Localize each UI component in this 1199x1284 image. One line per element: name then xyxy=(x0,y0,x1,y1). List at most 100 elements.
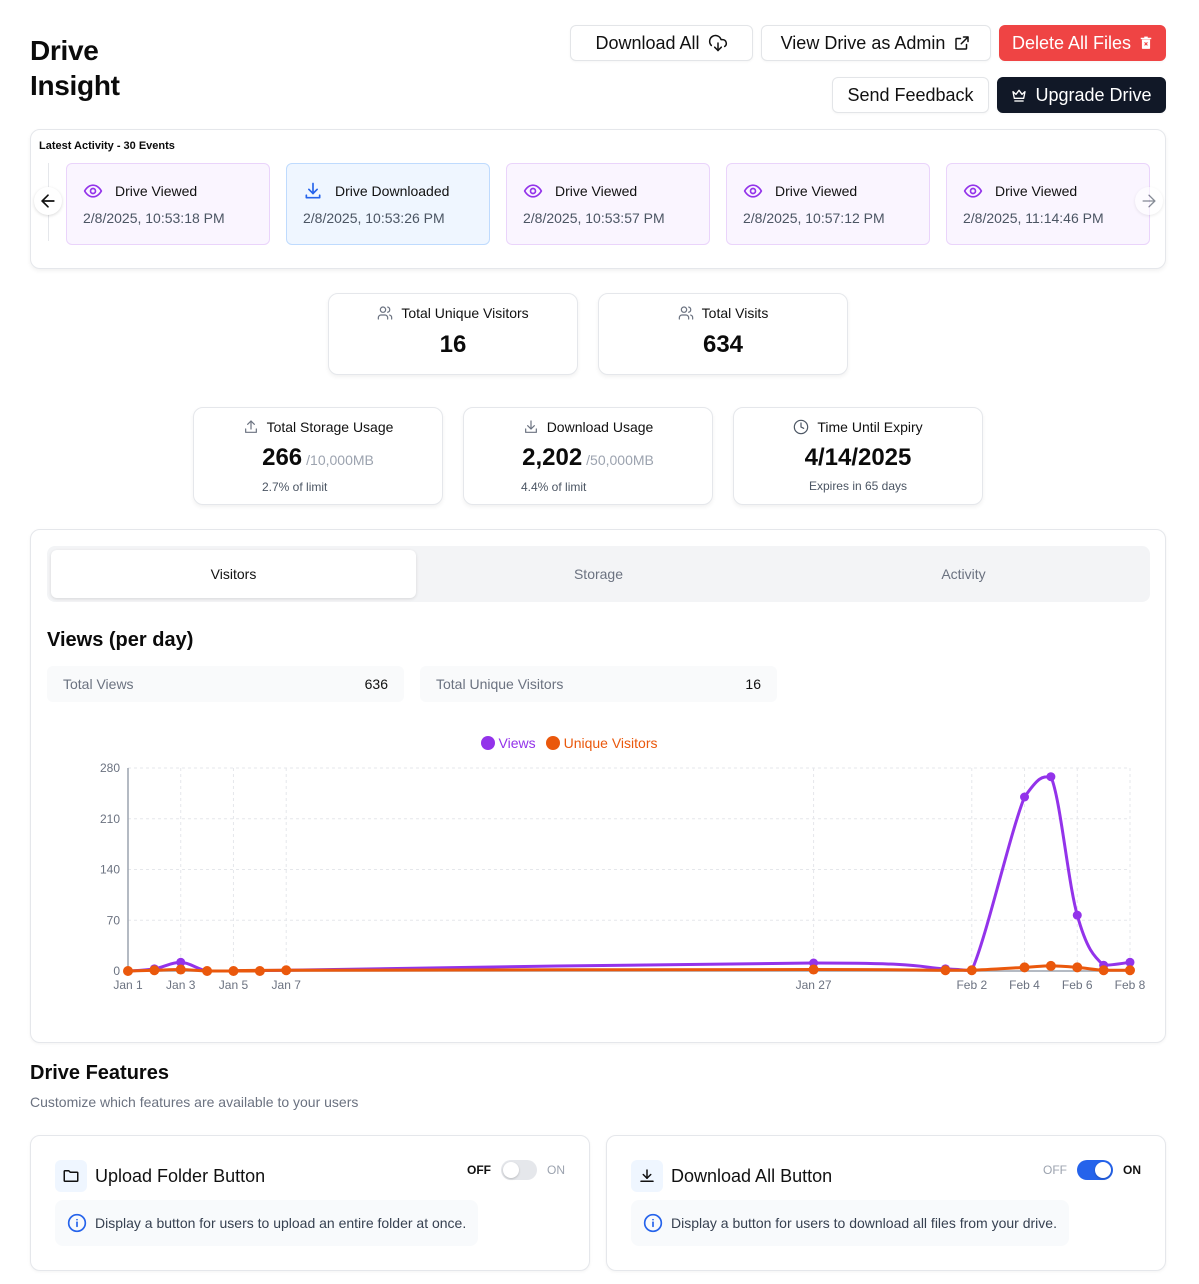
feature-description-text: Display a button for users to download a… xyxy=(671,1215,1057,1231)
activity-event[interactable]: Drive Viewed 2/8/2025, 10:57:12 PM xyxy=(726,163,930,245)
upgrade-drive-label: Upgrade Drive xyxy=(1035,84,1152,105)
feature-toggle-group: OFF ON xyxy=(467,1160,565,1180)
feature-description-text: Display a button for users to upload an … xyxy=(95,1215,467,1231)
event-label: Drive Viewed xyxy=(775,183,858,199)
upgrade-drive-button[interactable]: Upgrade Drive xyxy=(997,77,1166,113)
clock-icon xyxy=(794,419,809,435)
users-icon xyxy=(678,306,693,320)
activity-event[interactable]: Drive Viewed 2/8/2025, 10:53:18 PM xyxy=(66,163,270,245)
upload-folder-toggle[interactable] xyxy=(501,1160,537,1180)
feature-icon-box xyxy=(55,1160,87,1192)
eye-icon xyxy=(963,184,983,198)
y-tick-label: 70 xyxy=(107,913,121,927)
data-point-unique-visitors xyxy=(808,964,819,975)
feature-description: Display a button for users to upload an … xyxy=(55,1200,479,1246)
y-tick-label: 0 xyxy=(113,964,120,978)
cloud-download-icon xyxy=(708,34,727,52)
event-time: 2/8/2025, 10:53:26 PM xyxy=(303,210,445,226)
feature-name: Upload Folder Button xyxy=(95,1166,266,1186)
info-icon xyxy=(643,1213,663,1233)
data-point-unique-visitors xyxy=(1072,962,1083,973)
send-feedback-label: Send Feedback xyxy=(847,84,974,105)
feature-card-download-all: Download All Button OFF ON Display a but… xyxy=(606,1135,1166,1271)
previous-button[interactable] xyxy=(34,187,62,215)
data-point-unique-visitors xyxy=(1125,965,1135,976)
stat-value: 4/14/2025 xyxy=(804,444,912,471)
arrow-right-icon xyxy=(1142,194,1156,208)
view-drive-as-admin-button[interactable]: View Drive as Admin xyxy=(761,25,991,61)
next-button[interactable] xyxy=(1135,187,1163,215)
eye-icon xyxy=(523,184,543,198)
send-feedback-button[interactable]: Send Feedback xyxy=(832,77,989,113)
data-point-unique-visitors xyxy=(1045,960,1056,971)
stat-percent: 4.4% of limit xyxy=(521,480,587,494)
stat-subtext: Expires in 65 days xyxy=(808,479,908,493)
event-time: 2/8/2025, 10:53:18 PM xyxy=(83,210,225,226)
series-line-views xyxy=(127,775,1131,973)
stat-card-time-until-expiry: Time Until Expiry 4/14/2025 Expires in 6… xyxy=(733,407,983,505)
page-title: Drive Insight xyxy=(30,35,120,101)
x-tick-label: Jan 1 xyxy=(113,978,143,992)
feature-description: Display a button for users to download a… xyxy=(631,1200,1069,1246)
data-point-unique-visitors xyxy=(940,965,951,976)
download-all-button[interactable]: Download All xyxy=(570,25,753,61)
event-label: Drive Viewed xyxy=(555,183,638,199)
arrow-left-icon xyxy=(41,194,55,208)
data-point-unique-visitors xyxy=(254,966,265,976)
event-time: 2/8/2025, 11:14:46 PM xyxy=(963,210,1104,226)
data-point-unique-visitors xyxy=(1098,965,1109,976)
x-tick-label: Jan 5 xyxy=(219,978,249,992)
data-point-unique-visitors xyxy=(228,966,239,976)
x-tick-label: Feb 2 xyxy=(956,978,987,992)
trash-icon xyxy=(1140,36,1152,49)
event-label: Drive Viewed xyxy=(115,183,198,199)
users-icon xyxy=(378,306,393,320)
eye-icon xyxy=(83,184,103,198)
x-tick-label: Feb 8 xyxy=(1115,978,1146,992)
stat-value: 266 xyxy=(262,444,303,471)
stat-label: Download Usage xyxy=(546,419,654,435)
stat-card-storage-usage: Total Storage Usage 266 /10,000MB 2.7% o… xyxy=(193,407,443,505)
toggle-on-label: ON xyxy=(547,1163,565,1177)
x-tick-label: Jan 27 xyxy=(796,978,832,992)
activity-event[interactable]: Drive Downloaded 2/8/2025, 10:53:26 PM xyxy=(286,163,490,245)
toggle-off-label: OFF xyxy=(467,1163,491,1177)
event-time: 2/8/2025, 10:57:12 PM xyxy=(743,210,885,226)
download-all-toggle[interactable] xyxy=(1077,1160,1113,1180)
feature-toggle-group: OFF ON xyxy=(1043,1160,1141,1180)
stat-label: Time Until Expiry xyxy=(817,419,923,435)
crown-icon xyxy=(1012,89,1027,102)
stat-label: Total Storage Usage xyxy=(266,419,394,435)
download-icon xyxy=(640,1169,654,1182)
view-admin-label: View Drive as Admin xyxy=(780,32,946,53)
stat-limit: /10,000MB xyxy=(306,452,374,468)
analytics-panel: Visitors Storage Activity Views (per day… xyxy=(30,529,1166,1043)
delete-all-label: Delete All Files xyxy=(1011,32,1132,53)
feature-icon-box xyxy=(631,1160,663,1192)
feature-card-upload-folder: Upload Folder Button OFF ON Display a bu… xyxy=(30,1135,590,1271)
x-tick-label: Jan 7 xyxy=(272,978,302,992)
stat-percent: 2.7% of limit xyxy=(262,480,328,494)
toggle-knob xyxy=(1095,1162,1111,1178)
x-tick-label: Jan 3 xyxy=(166,978,196,992)
latest-activity-panel: Latest Activity - 30 Events Drive Viewed… xyxy=(30,129,1166,269)
data-point-unique-visitors xyxy=(1019,962,1030,973)
y-tick-label: 140 xyxy=(100,863,120,877)
stat-label: Total Visits xyxy=(701,305,769,321)
toggle-off-label: OFF xyxy=(1043,1163,1067,1177)
stat-limit: /50,000MB xyxy=(586,452,654,468)
activity-event[interactable]: Drive Viewed 2/8/2025, 11:14:46 PM xyxy=(946,163,1150,245)
info-icon xyxy=(67,1213,87,1233)
stat-label: Total Unique Visitors xyxy=(401,305,529,321)
download-icon xyxy=(305,182,321,199)
eye-icon xyxy=(743,184,763,198)
download-icon xyxy=(524,420,537,433)
series-line-unique-visitors xyxy=(127,964,1130,973)
views-line-chart: 0 70 140 210 280 Jan 1 Jan 3 Jan 5 Jan 7 Jan 27 Fe… xyxy=(100,761,1146,992)
delete-all-files-button[interactable]: Delete All Files xyxy=(999,25,1166,61)
stat-card-unique-visitors: Total Unique Visitors 16 xyxy=(328,293,578,375)
activity-event[interactable]: Drive Viewed 2/8/2025, 10:53:57 PM xyxy=(506,163,710,245)
data-point-unique-visitors xyxy=(281,965,292,976)
y-tick-label: 280 xyxy=(100,761,120,775)
data-point-unique-visitors xyxy=(202,966,213,976)
